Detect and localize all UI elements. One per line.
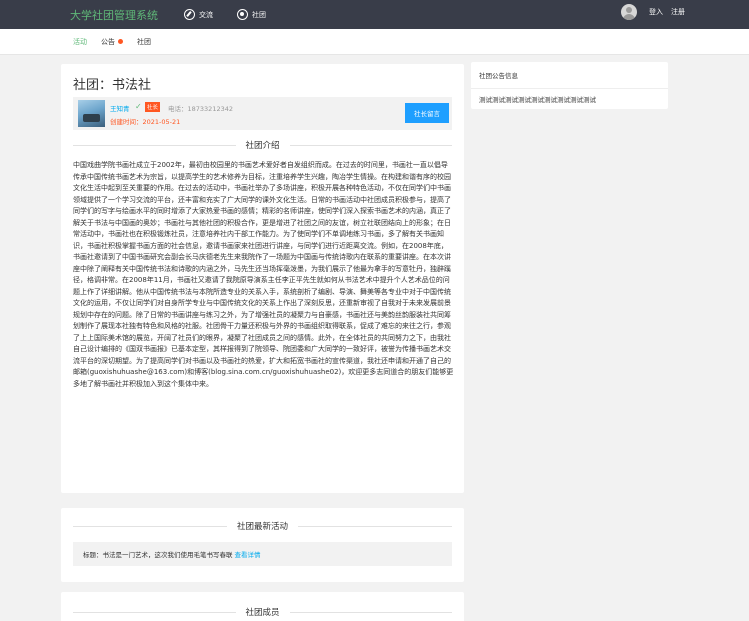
leader-name-link[interactable]: 王知青 [110, 103, 130, 113]
club-info-box: 王知青 ✓ 社长 电话：18733212342 创建时间：2021-05-21 … [73, 97, 452, 130]
compass-icon [184, 9, 195, 20]
nav-label-exchange: 交流 [199, 10, 213, 19]
page-title: 社团：书法社 [73, 78, 152, 93]
created-date: 创建时间：2021-05-21 [110, 118, 181, 126]
activity-title: 标题：书法是一门艺术，这次我们使用毛笔书写春联 [83, 551, 233, 559]
leader-message-button[interactable]: 社长留言 [405, 103, 449, 123]
register-link[interactable]: 注册 [671, 7, 685, 17]
leader-phone: 电话：18733212342 [168, 105, 233, 113]
nav-label-clubs: 社团 [252, 10, 266, 19]
globe-icon [237, 9, 248, 20]
nav-item-clubs[interactable]: 社团 [237, 9, 266, 20]
subnav-item-notices[interactable]: 公告 [101, 37, 123, 47]
members-section-heading: 社团成员 [73, 606, 452, 618]
main-nav: 交流 社团 [184, 9, 290, 20]
login-link[interactable]: 登入 [649, 7, 663, 17]
intro-heading-text: 社团介绍 [245, 141, 280, 151]
subnav-item-activities[interactable]: 活动 [73, 37, 87, 47]
club-thumbnail [78, 100, 105, 127]
user-avatar-icon[interactable] [621, 4, 637, 20]
subnav-label-notices: 公告 [101, 37, 115, 46]
club-intro-text: 中国戏曲学院书画社成立于2002年，最初由校园里的书画艺术爱好者自发组织而成。在… [73, 161, 454, 388]
club-members-card: 社团成员 [61, 592, 464, 621]
brand-title[interactable]: 大学社团管理系统 [70, 7, 158, 23]
sidebar-divider [471, 88, 668, 89]
subnav-item-clubs[interactable]: 社团 [137, 37, 151, 47]
members-heading-text: 社团成员 [245, 608, 280, 618]
sub-navbar: 活动 公告 社团 [0, 29, 749, 55]
latest-activity-card: 社团最新活动 标题：书法是一门艺术，这次我们使用毛笔书写春联 查看详情 [61, 508, 464, 582]
news-section-heading: 社团最新活动 [73, 520, 452, 532]
notice-sidebar-card: 社团公告信息 测试测试测试测试测试测试测试测试测试 [471, 62, 668, 109]
activity-item: 标题：书法是一门艺术，这次我们使用毛笔书写春联 查看详情 [73, 542, 452, 566]
top-navbar: 大学社团管理系统 交流 社团 登入 注册 [0, 0, 749, 29]
notification-dot-icon [118, 39, 123, 44]
news-heading-text: 社团最新活动 [237, 522, 289, 532]
intro-section-heading: 社团介绍 [73, 139, 452, 151]
user-area: 登入 注册 [621, 4, 693, 20]
leader-badge: 社长 [145, 102, 161, 112]
view-details-link[interactable]: 查看详情 [235, 549, 261, 559]
nav-item-exchange[interactable]: 交流 [184, 9, 213, 20]
verified-check-icon: ✓ [135, 102, 142, 111]
notice-item[interactable]: 测试测试测试测试测试测试测试测试测试 [479, 94, 596, 104]
notice-sidebar-title: 社团公告信息 [479, 72, 518, 80]
club-detail-card: 社团：书法社 王知青 ✓ 社长 电话：18733212342 创建时间：2021… [61, 64, 464, 493]
